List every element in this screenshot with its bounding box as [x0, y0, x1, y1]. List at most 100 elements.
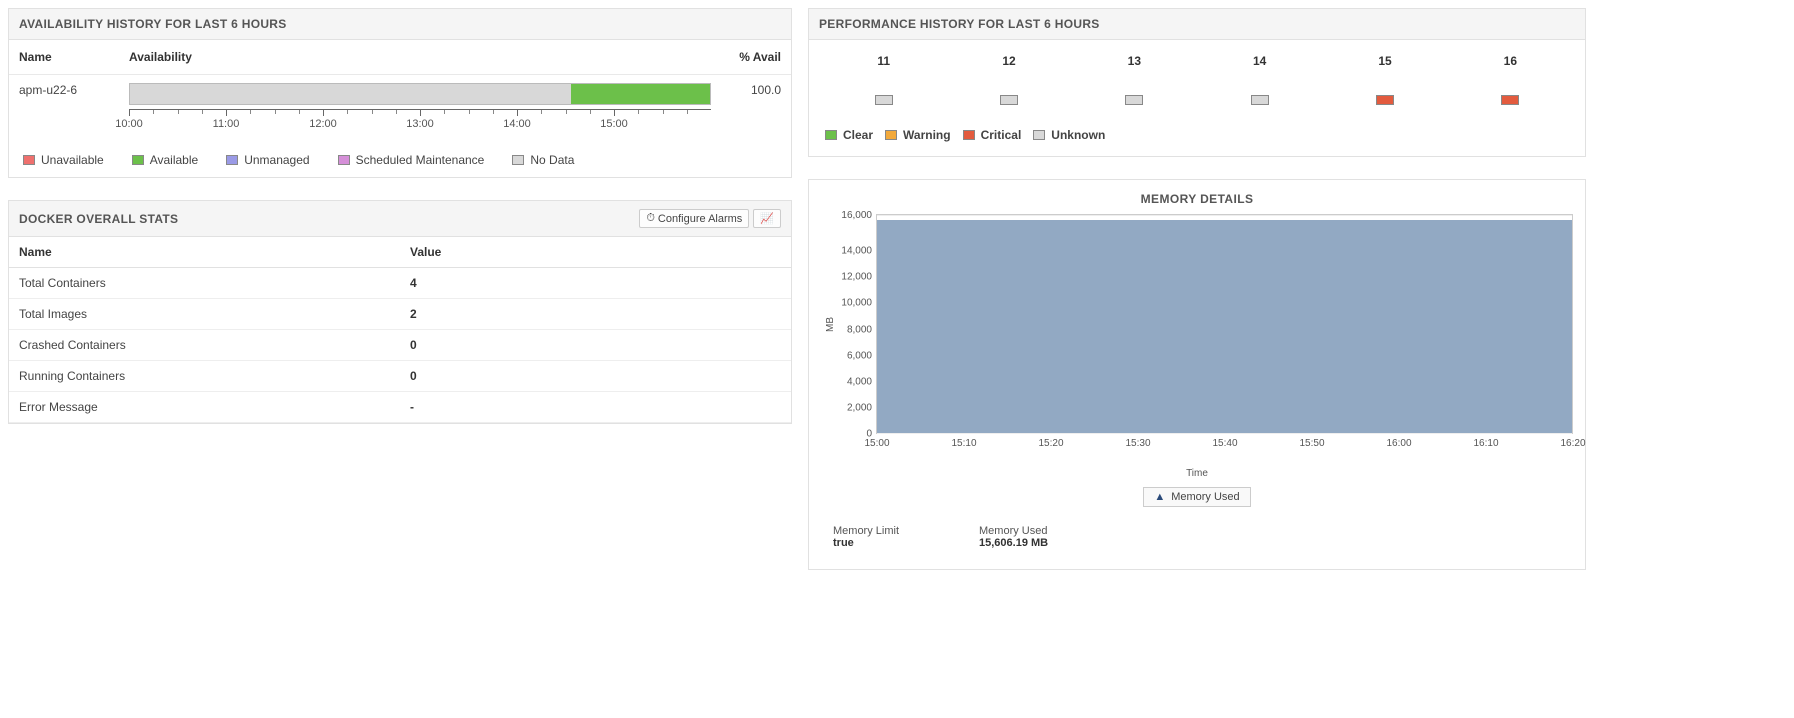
legend-clear: Clear	[825, 128, 873, 142]
legend-unmanaged: Unmanaged	[226, 153, 309, 167]
perf-hour-header: 15	[1322, 48, 1447, 74]
col-name: Name	[9, 40, 119, 75]
perf-cell[interactable]	[946, 88, 1071, 114]
stat-value: 4	[400, 268, 791, 299]
col-availability: Availability	[119, 40, 721, 75]
table-row: Total Images2	[9, 299, 791, 330]
table-row: Total Containers4	[9, 268, 791, 299]
stat-name: Error Message	[9, 392, 400, 423]
ytick: 12,000	[836, 272, 872, 283]
performance-grid: 111213141516	[821, 48, 1573, 114]
xtick: 16:20	[1560, 438, 1585, 449]
docker-header: DOCKER OVERALL STATS ⏱ Configure Alarms …	[9, 201, 791, 237]
perf-hour-header: 11	[821, 48, 946, 74]
status-box-unknown	[1125, 95, 1143, 105]
ytick: 14,000	[836, 246, 872, 257]
ytick: 2,000	[836, 402, 872, 413]
status-box-unknown	[1000, 95, 1018, 105]
performance-title: PERFORMANCE HISTORY FOR LAST 6 HOURS	[809, 9, 1585, 40]
ytick: 8,000	[836, 324, 872, 335]
memory-yaxis: 16,00014,00012,00010,0008,0006,0004,0002…	[836, 214, 876, 434]
axis-tick-label: 14:00	[503, 118, 531, 130]
axis-tick-label: 13:00	[406, 118, 434, 130]
memory-title: MEMORY DETAILS	[821, 192, 1573, 206]
legend-warning: Warning	[885, 128, 951, 142]
status-box-critical	[1501, 95, 1519, 105]
axis-tick-label: 10:00	[115, 118, 143, 130]
legend-available: Available	[132, 153, 198, 167]
docker-stats-table: Name Value Total Containers4Total Images…	[9, 237, 791, 423]
stat-value: 2	[400, 299, 791, 330]
col-pct: % Avail	[721, 40, 791, 75]
performance-legend: Clear Warning Critical Unknown	[821, 114, 1573, 148]
perf-cell[interactable]	[821, 88, 946, 114]
stat-value: -	[400, 392, 791, 423]
bar-segment-available	[571, 84, 710, 104]
stat-name: Running Containers	[9, 361, 400, 392]
ytick: 16,000	[836, 210, 872, 221]
xtick: 15:40	[1212, 438, 1237, 449]
stat-value: 0	[400, 330, 791, 361]
availability-row: apm-u22-6 10:0011:0012:0013:0014:0015:00…	[9, 75, 791, 144]
availability-title: AVAILABILITY HISTORY FOR LAST 6 HOURS	[9, 9, 791, 40]
xtick: 16:10	[1473, 438, 1498, 449]
table-row: Crashed Containers0	[9, 330, 791, 361]
triangle-icon: ▲	[1154, 491, 1165, 503]
xtick: 15:00	[864, 438, 889, 449]
chart-icon-button[interactable]: 📈	[753, 209, 781, 228]
docker-col-value: Value	[400, 237, 791, 268]
perf-hour-header: 13	[1072, 48, 1197, 74]
legend-nodata: No Data	[512, 153, 574, 167]
availability-table: Name Availability % Avail apm-u22-6 10:0…	[9, 40, 791, 143]
memory-used: Memory Used 15,606.19 MB	[979, 525, 1048, 549]
legend-critical: Critical	[963, 128, 1022, 142]
status-box-unknown	[1251, 95, 1269, 105]
memory-xaxis: 15:0015:1015:2015:3015:4015:5016:0016:10…	[877, 438, 1573, 454]
configure-alarms-button[interactable]: ⏱ Configure Alarms	[639, 209, 749, 228]
perf-cell[interactable]	[1322, 88, 1447, 114]
memory-xlabel: Time	[821, 468, 1573, 479]
availability-time-axis: 10:0011:0012:0013:0014:0015:00	[129, 109, 711, 135]
legend-scheduled: Scheduled Maintenance	[338, 153, 485, 167]
memory-plot	[876, 214, 1573, 434]
axis-tick-label: 11:00	[213, 118, 240, 130]
availability-title-text: AVAILABILITY HISTORY FOR LAST 6 HOURS	[19, 17, 287, 31]
perf-cell[interactable]	[1448, 88, 1573, 114]
perf-hour-header: 14	[1197, 48, 1322, 74]
ytick: 10,000	[836, 298, 872, 309]
perf-hour-header: 16	[1448, 48, 1573, 74]
ytick: 4,000	[836, 376, 872, 387]
perf-cell[interactable]	[1197, 88, 1322, 114]
docker-panel: DOCKER OVERALL STATS ⏱ Configure Alarms …	[8, 200, 792, 424]
chart-icon: 📈	[760, 212, 774, 225]
performance-panel: PERFORMANCE HISTORY FOR LAST 6 HOURS 111…	[808, 8, 1586, 157]
docker-col-name: Name	[9, 237, 400, 268]
memory-summary: Memory Limit true Memory Used 15,606.19 …	[821, 507, 1573, 553]
availability-bar	[129, 83, 711, 105]
perf-hour-header: 12	[946, 48, 1071, 74]
stat-name: Crashed Containers	[9, 330, 400, 361]
row-name: apm-u22-6	[9, 75, 119, 144]
memory-panel: MEMORY DETAILS MB 16,000 14,000 12,000 10,0…	[808, 179, 1586, 570]
stat-name: Total Images	[9, 299, 400, 330]
row-pct: 100.0	[721, 75, 791, 144]
stat-value: 0	[400, 361, 791, 392]
docker-title: DOCKER OVERALL STATS	[19, 212, 178, 226]
legend-unavailable: Unavailable	[23, 153, 104, 167]
table-row: Error Message-	[9, 392, 791, 423]
memory-area-fill	[877, 220, 1572, 433]
stat-name: Total Containers	[9, 268, 400, 299]
xtick: 16:00	[1386, 438, 1411, 449]
status-box-unknown	[875, 95, 893, 105]
ytick: 6,000	[836, 350, 872, 361]
memory-limit: Memory Limit true	[833, 525, 899, 549]
xtick: 15:10	[951, 438, 976, 449]
bar-segment-nodata	[130, 84, 571, 104]
legend-unknown: Unknown	[1033, 128, 1105, 142]
memory-ylabel: MB	[821, 317, 836, 332]
memory-legend: ▲ Memory Used	[821, 487, 1573, 507]
xtick: 15:30	[1125, 438, 1150, 449]
perf-cell[interactable]	[1072, 88, 1197, 114]
xtick: 15:20	[1038, 438, 1063, 449]
availability-panel: AVAILABILITY HISTORY FOR LAST 6 HOURS Na…	[8, 8, 792, 178]
